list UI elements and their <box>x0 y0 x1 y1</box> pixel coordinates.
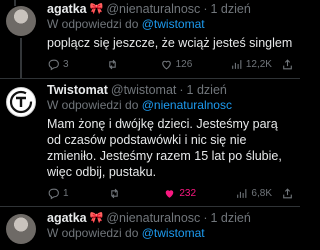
retweet-button[interactable] <box>106 58 122 71</box>
reply-icon <box>48 188 59 199</box>
retweet-button[interactable] <box>108 187 124 200</box>
separator: · <box>203 211 208 225</box>
reply-button[interactable]: 1 <box>47 187 69 200</box>
timestamp[interactable]: 1 dzień <box>187 83 227 98</box>
author-handle[interactable]: @twistomat <box>111 83 176 98</box>
thread-line <box>20 38 22 78</box>
like-count: 126 <box>175 58 193 70</box>
twistomat-logo-icon <box>9 90 33 114</box>
avatar[interactable] <box>6 214 36 244</box>
like-button[interactable]: 126 <box>160 58 193 71</box>
author-name[interactable]: agatka <box>47 211 87 226</box>
tweet-text: poplącz się jeszcze, że wciąż jesteś sin… <box>47 36 293 50</box>
separator: · <box>179 83 184 97</box>
timeline: agatka 🎀 @nienaturalnosc · 1 dzień W odp… <box>0 0 300 250</box>
thread-line <box>14 0 16 6</box>
retweet-icon <box>109 59 116 69</box>
views-count: 6,8K <box>251 187 272 199</box>
like-button[interactable]: 232 <box>163 187 196 200</box>
views-icon <box>237 188 247 198</box>
tweet-text: Mam żonę i dwójkę dzieci. Jesteśmy parą … <box>47 117 282 179</box>
bow-icon: 🎀 <box>89 212 104 224</box>
tweet[interactable]: agatka 🎀 @nienaturalnosc · 1 dzień W odp… <box>0 0 300 78</box>
views-count: 12,2K <box>245 58 272 70</box>
reply-mention[interactable]: @twistomat <box>142 226 205 240</box>
reply-prefix: W odpowiedzi do <box>47 17 139 31</box>
tweet[interactable]: Twistomat @twistomat · 1 dzień W odpowie… <box>0 79 300 205</box>
reply-icon <box>48 59 59 70</box>
separator: · <box>203 2 208 16</box>
share-icon <box>283 187 292 198</box>
heart-filled-icon <box>166 189 174 198</box>
reply-prefix: W odpowiedzi do <box>47 98 139 112</box>
retweet-icon <box>111 188 118 198</box>
share-icon <box>283 58 292 69</box>
share-button[interactable] <box>281 187 294 200</box>
timestamp[interactable]: 1 dzień <box>210 2 250 17</box>
reply-button[interactable]: 3 <box>47 58 69 71</box>
reply-count: 1 <box>63 187 69 199</box>
reply-prefix: W odpowiedzi do <box>47 226 139 240</box>
reply-mention[interactable]: @nienaturalnosc <box>142 98 232 112</box>
views-icon <box>232 59 242 69</box>
reply-mention[interactable]: @twistomat <box>142 17 205 31</box>
author-handle[interactable]: @nienaturalnosc <box>106 211 200 226</box>
author-name[interactable]: Twistomat <box>47 83 108 98</box>
avatar[interactable] <box>6 6 36 36</box>
bow-icon: 🎀 <box>89 3 104 15</box>
timestamp[interactable]: 1 dzień <box>210 211 250 226</box>
share-button[interactable] <box>281 58 294 71</box>
views-button[interactable]: 6,8K <box>235 187 272 200</box>
author-handle[interactable]: @nienaturalnosc <box>106 2 200 17</box>
like-count: 232 <box>179 187 197 199</box>
heart-icon <box>161 60 171 69</box>
reply-count: 3 <box>63 58 69 70</box>
tweet[interactable]: agatka 🎀 @nienaturalnosc · 1 dzień W odp… <box>0 207 300 250</box>
author-name[interactable]: agatka <box>47 2 87 17</box>
views-button[interactable]: 12,2K <box>230 58 272 71</box>
avatar[interactable] <box>6 87 36 117</box>
